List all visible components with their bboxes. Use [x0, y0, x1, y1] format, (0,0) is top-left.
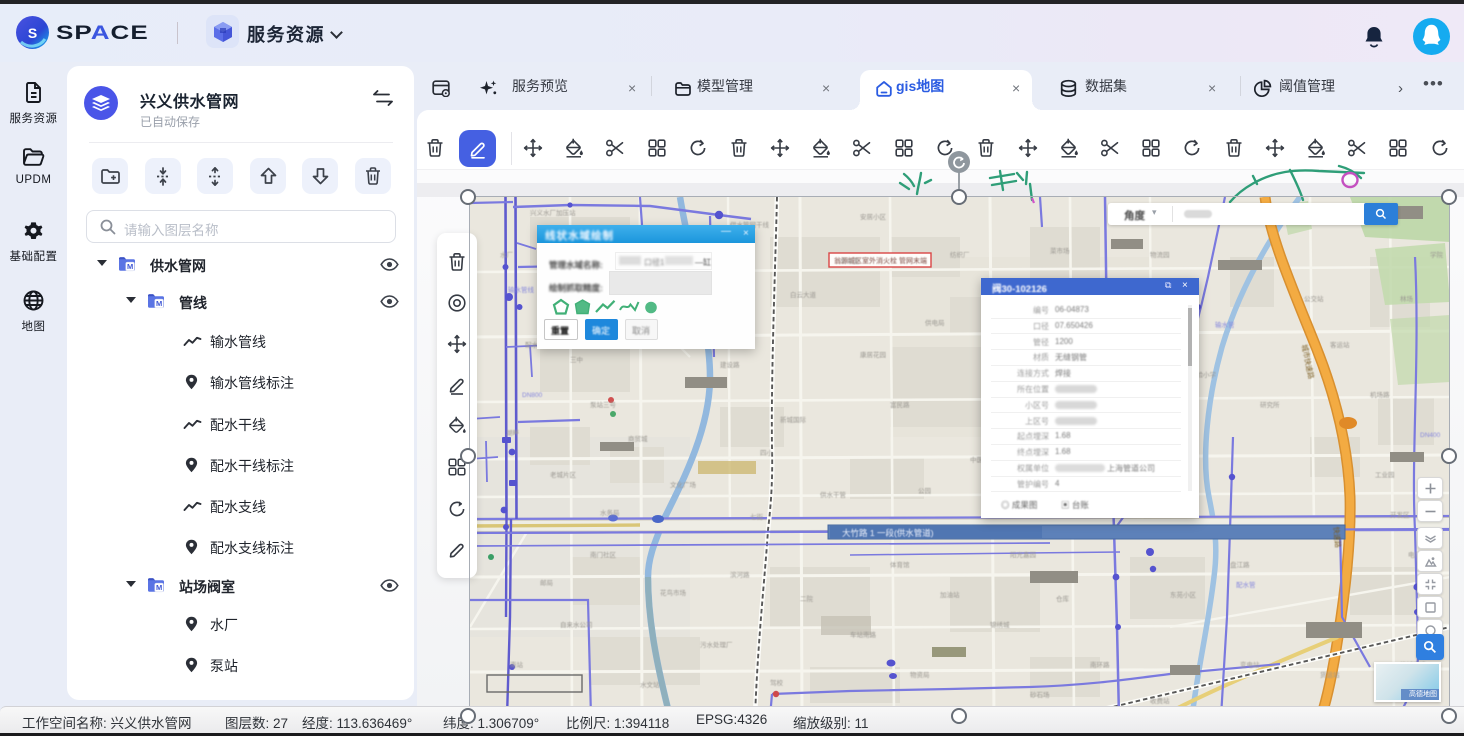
svg-text:M: M — [127, 262, 133, 271]
svg-text:M: M — [156, 299, 162, 308]
svg-text:S: S — [28, 25, 37, 41]
svg-text:M: M — [156, 583, 162, 592]
